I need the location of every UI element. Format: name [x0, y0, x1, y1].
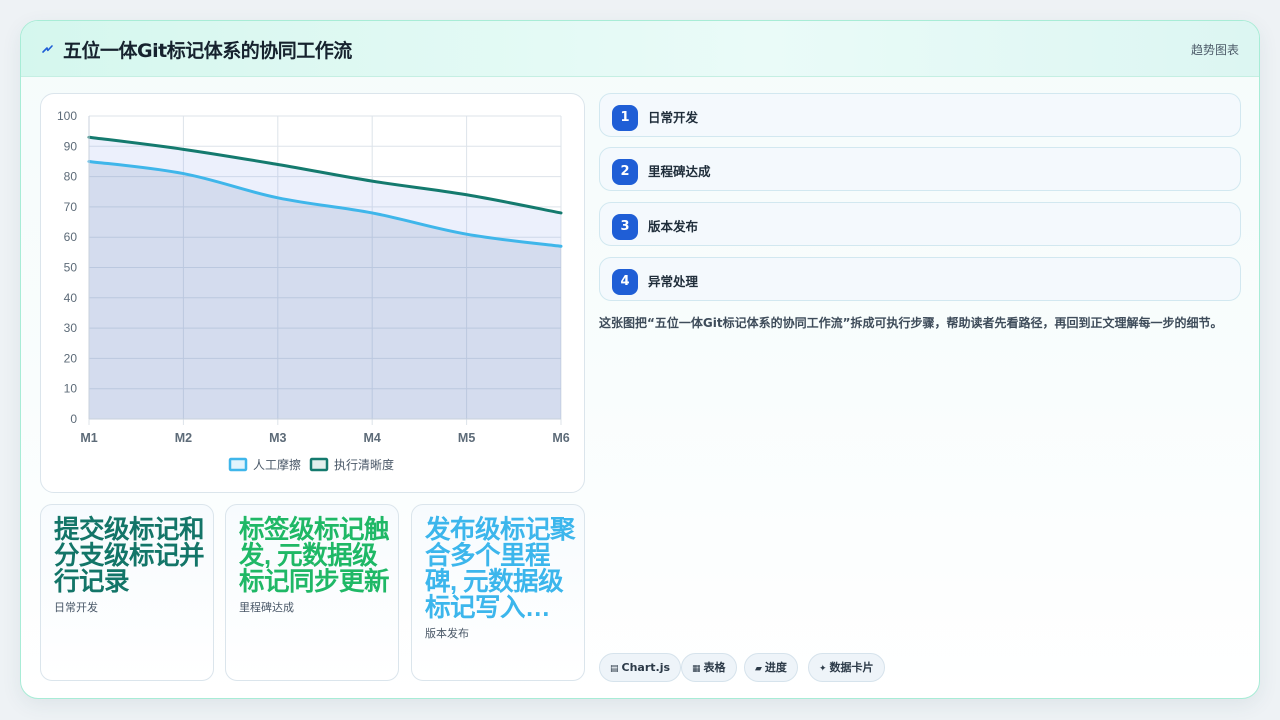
legend-swatch [309, 457, 329, 472]
y-tick-label: 20 [64, 351, 78, 365]
stat-label: 版本发布 [425, 627, 469, 640]
chip-data-card[interactable]: ✦ 数据卡片 [808, 653, 885, 682]
chip-label: Chart.js [621, 661, 671, 674]
x-tick-label: M3 [269, 431, 286, 445]
data-point [276, 196, 279, 200]
trend-chart: 0 10 20 30 40 50 60 70 80 90 100 M1 M2 M3 M4 M5 M6 人工摩擦 执行… [57, 109, 570, 472]
y-tick-label: 40 [64, 291, 78, 305]
stat-card-milestone: 标签级标记触发, 元数据级标记同步更新 里程碑达成 [225, 504, 399, 681]
card-header: 五位一体Git标记体系的协同工作流 趋势图表 [21, 21, 1259, 77]
step-label: 里程碑达成 [648, 164, 711, 179]
step-number-badge: 4 [612, 269, 638, 295]
x-tick-label: M4 [364, 431, 381, 445]
chip-label: 表格 [703, 661, 726, 674]
step-number-badge: 3 [612, 214, 638, 240]
step-item-3[interactable]: 3 版本发布 [599, 202, 1241, 246]
y-tick-label: 60 [64, 230, 78, 244]
data-point [559, 211, 563, 215]
step-label: 日常开发 [648, 110, 699, 125]
y-tick-label: 0 [70, 412, 77, 426]
page-title: 五位一体Git标记体系的协同工作流 [63, 40, 352, 62]
y-tick-label: 80 [64, 170, 78, 184]
chart-description: 这张图把“五位一体Git标记体系的协同工作流”拆成可执行步骤，帮助读者先看路径，… [599, 316, 1223, 330]
y-tick-label: 100 [57, 109, 77, 123]
chip-progress[interactable]: ▰ 进度 [744, 653, 798, 682]
x-tick-label: M2 [175, 431, 192, 445]
y-tick-label: 10 [64, 382, 78, 396]
y-tick-label: 70 [64, 200, 78, 214]
chip-label: 进度 [764, 661, 787, 674]
step-number-badge: 1 [612, 105, 638, 131]
lightning-icon [42, 45, 53, 53]
x-tick-label: M1 [80, 431, 97, 445]
stat-card-release: 发布级标记聚合多个里程碑, 元数据级标记写入… 版本发布 [411, 504, 585, 681]
stat-card-daily-dev: 提交级标记和分支级标记并行记录 日常开发 [40, 504, 214, 681]
data-point [182, 172, 185, 175]
stat-value: 发布级标记聚合多个里程碑, 元数据级标记写入… [425, 516, 576, 622]
trend-chart-panel: 0 10 20 30 40 50 60 70 80 90 100 M1 M2 M3 M4 M5 M6 人工摩擦 执行… [40, 93, 585, 493]
data-point [371, 179, 374, 183]
x-tick-label: M5 [458, 431, 475, 445]
legend-swatch [228, 457, 248, 472]
chart-icon: ▤ [610, 664, 619, 674]
data-point [559, 245, 563, 248]
data-point [465, 193, 468, 196]
sparkle-icon: ✦ [819, 664, 827, 674]
stat-value: 标签级标记触发, 元数据级标记同步更新 [239, 516, 390, 596]
stat-label: 日常开发 [54, 601, 98, 614]
stat-value: 提交级标记和分支级标记并行记录 [54, 516, 205, 596]
stat-label: 里程碑达成 [239, 601, 294, 614]
data-point [371, 211, 374, 215]
table-icon: ▦ [692, 664, 701, 674]
step-item-1[interactable]: 1 日常开发 [599, 93, 1241, 137]
step-label: 版本发布 [648, 219, 699, 234]
step-item-4[interactable]: 4 异常处理 [599, 257, 1241, 301]
progress-icon: ▰ [755, 664, 762, 674]
legend-label: 执行清晰度 [334, 457, 394, 472]
y-tick-label: 30 [64, 321, 78, 335]
step-label: 异常处理 [648, 274, 699, 289]
data-point [276, 163, 279, 166]
chip-table[interactable]: ▦ 表格 [681, 653, 737, 682]
data-point [465, 232, 468, 236]
chip-chartjs[interactable]: ▤ Chart.js [599, 653, 682, 682]
step-number-badge: 2 [612, 159, 638, 185]
y-tick-label: 90 [64, 139, 78, 153]
chart-type-tag[interactable]: 趋势图表 [1191, 41, 1239, 58]
y-tick-label: 50 [64, 261, 78, 275]
legend-label: 人工摩擦 [253, 457, 301, 472]
x-tick-label: M6 [552, 431, 569, 445]
chip-label: 数据卡片 [829, 661, 874, 674]
data-point [182, 148, 185, 151]
step-item-2[interactable]: 2 里程碑达成 [599, 147, 1241, 191]
main-card: 五位一体Git标记体系的协同工作流 趋势图表 0 10 20 30 40 50 60 70 80… [20, 20, 1260, 699]
